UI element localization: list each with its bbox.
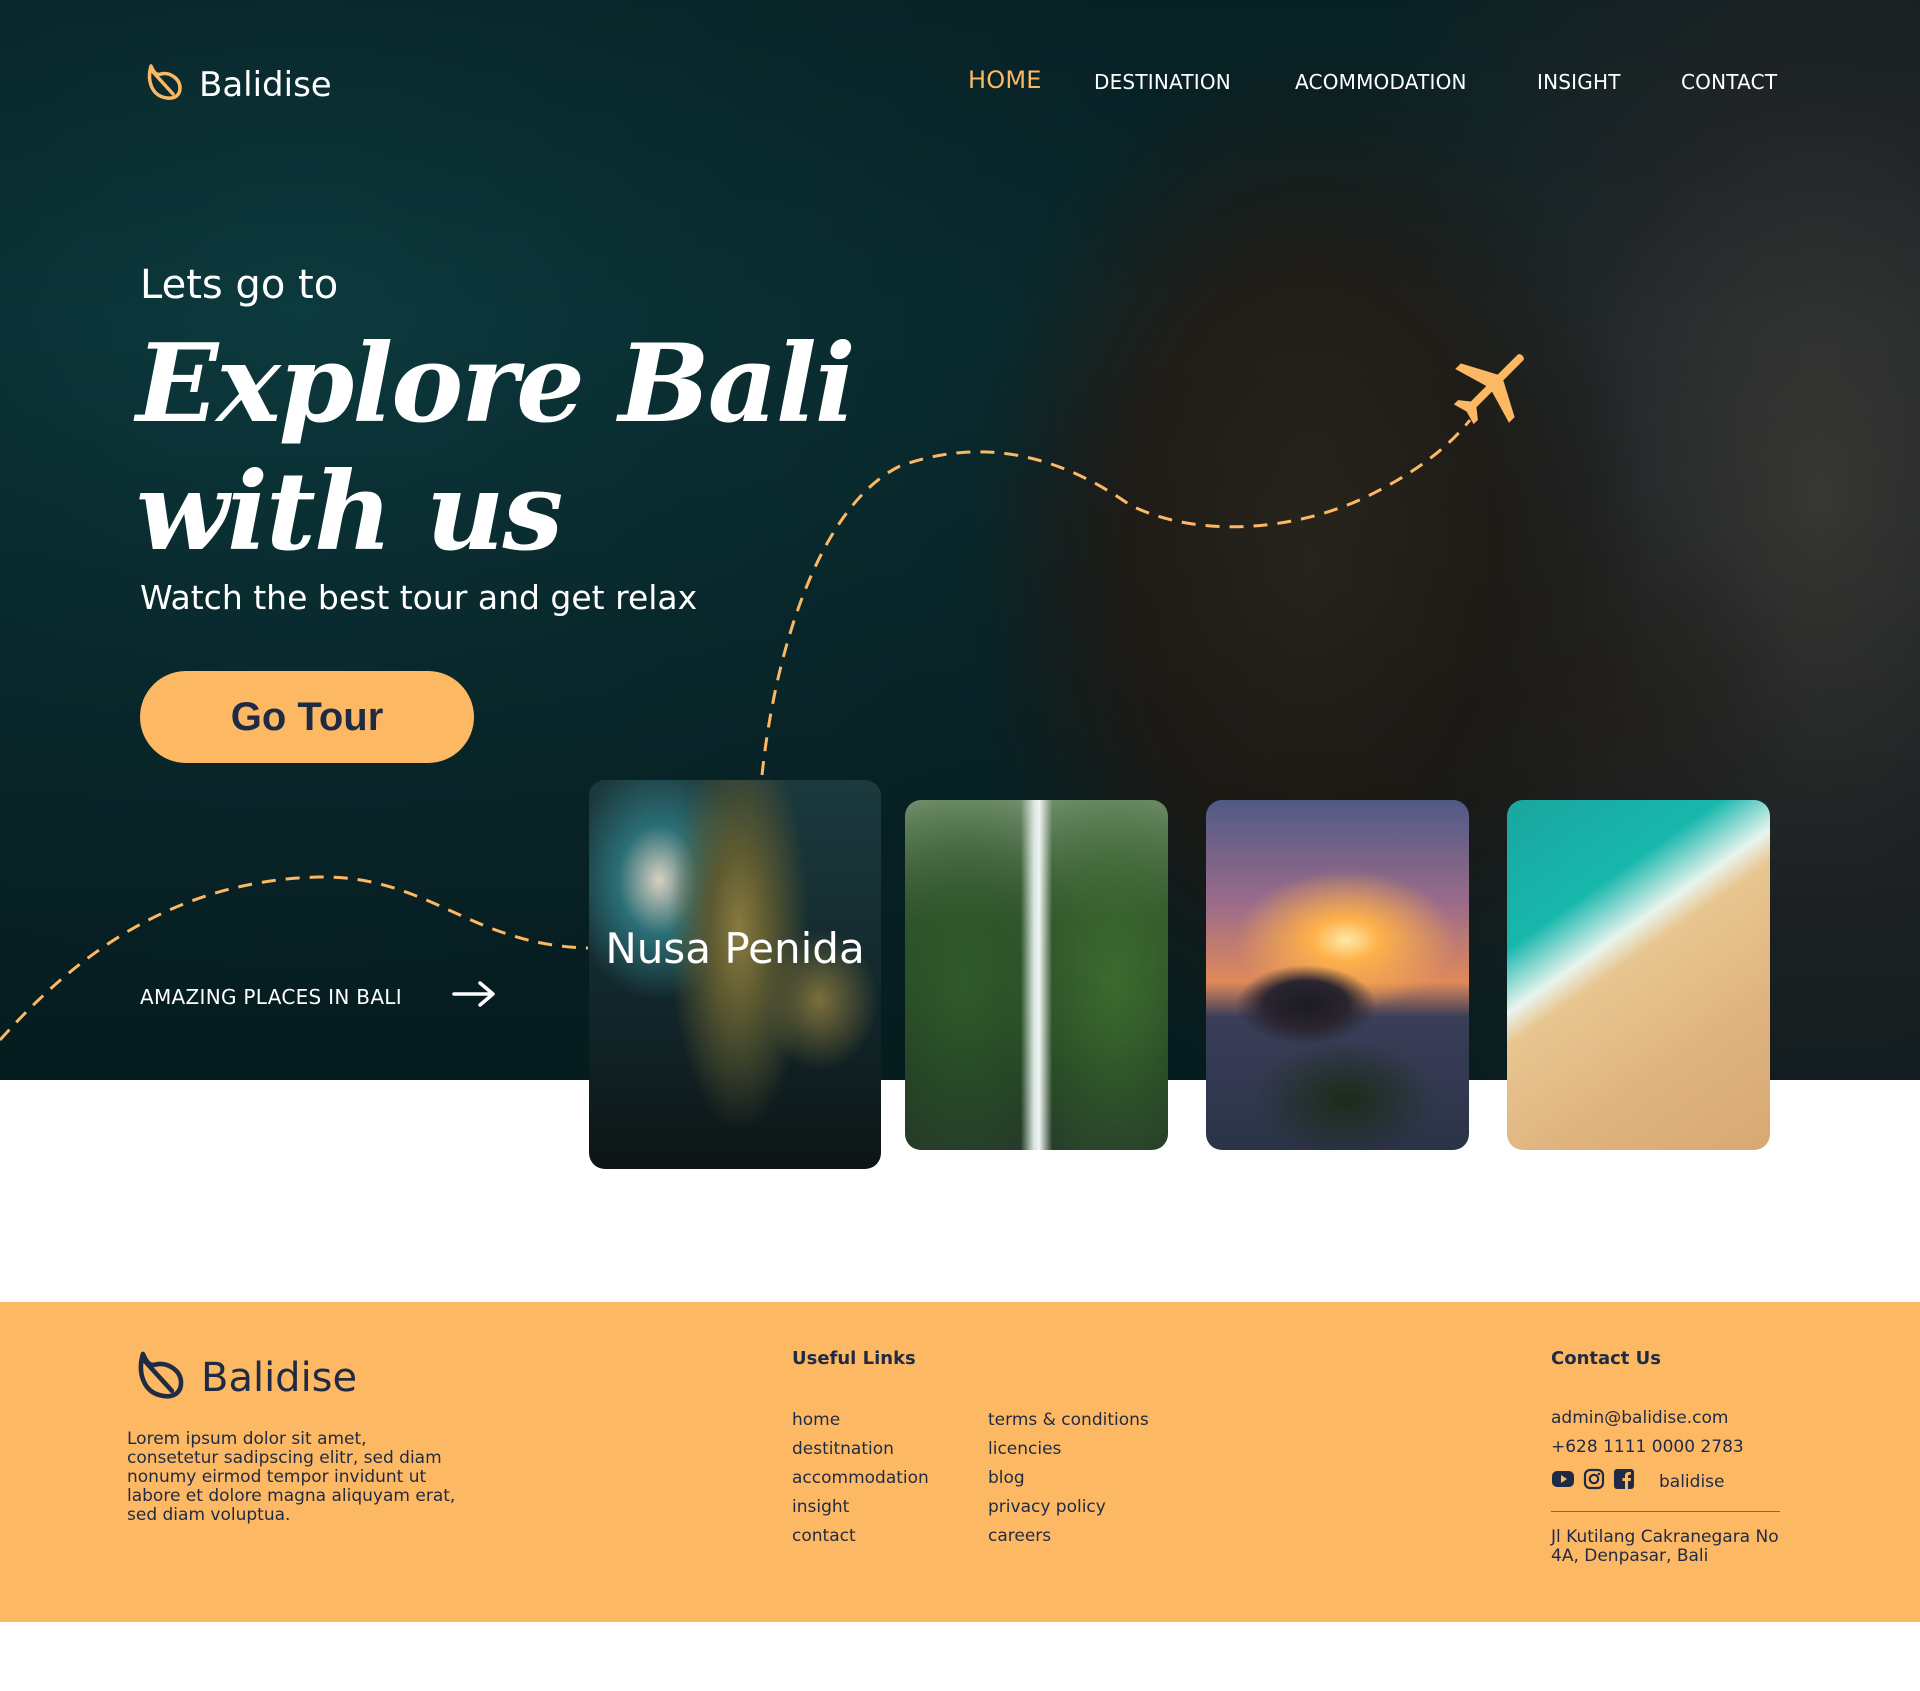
footer-about-text: Lorem ipsum dolor sit amet, consetetur s…: [127, 1429, 456, 1525]
footer-link-home[interactable]: home: [792, 1406, 929, 1435]
hero-subline: Watch the best tour and get relax: [140, 578, 698, 617]
leaf-icon: [145, 62, 183, 107]
youtube-icon[interactable]: [1551, 1469, 1575, 1494]
hero-headline: Explore Bali with us: [136, 320, 856, 576]
nav-home[interactable]: HOME: [968, 66, 1042, 94]
footer-link-privacy[interactable]: privacy policy: [988, 1493, 1149, 1522]
brand-logo[interactable]: Balidise: [145, 62, 332, 107]
nav-destination[interactable]: DESTINATION: [1094, 70, 1231, 94]
contact-us-heading: Contact Us: [1551, 1348, 1662, 1369]
amazing-places-link[interactable]: AMAZING PLACES IN BALI: [140, 980, 496, 1013]
contact-phone[interactable]: +628 1111 0000 2783: [1551, 1437, 1744, 1457]
contact-address: Jl Kutilang Cakranegara No 4A, Denpasar,…: [1551, 1527, 1779, 1566]
brand-name: Balidise: [199, 64, 332, 105]
destination-card-nusa-penida[interactable]: Nusa Penida: [589, 780, 881, 1169]
hero-headline-line2: with us: [136, 449, 563, 575]
nav-contact[interactable]: CONTACT: [1681, 70, 1777, 94]
leaf-icon: [135, 1348, 185, 1407]
useful-links-col1: home destitnation accommodation insight …: [792, 1406, 929, 1551]
social-handle: balidise: [1659, 1471, 1725, 1492]
facebook-icon[interactable]: [1613, 1468, 1635, 1495]
destination-card-beach[interactable]: [1507, 800, 1770, 1150]
nav-accommodation[interactable]: ACOMMODATION: [1295, 70, 1467, 94]
contact-email[interactable]: admin@balidise.com: [1551, 1408, 1728, 1428]
useful-links-heading: Useful Links: [792, 1348, 916, 1369]
footer-link-blog[interactable]: blog: [988, 1464, 1149, 1493]
footer-link-destination[interactable]: destitnation: [792, 1435, 929, 1464]
footer-link-terms[interactable]: terms & conditions: [988, 1406, 1149, 1435]
dashed-path-upper: [760, 419, 1472, 776]
footer-link-careers[interactable]: careers: [988, 1522, 1149, 1551]
social-links: balidise: [1551, 1468, 1725, 1495]
destination-card-temple[interactable]: [1206, 800, 1469, 1150]
amazing-places-label: AMAZING PLACES IN BALI: [140, 984, 402, 1009]
instagram-icon[interactable]: [1583, 1468, 1605, 1495]
site-footer: Balidise Lorem ipsum dolor sit amet, con…: [0, 1302, 1920, 1622]
footer-brand-name: Balidise: [201, 1354, 358, 1401]
footer-link-licencies[interactable]: licencies: [988, 1435, 1149, 1464]
card-title: Nusa Penida: [605, 924, 865, 973]
hero-eyebrow: Lets go to: [140, 262, 339, 308]
destination-card-waterfall[interactable]: [905, 800, 1168, 1150]
useful-links-col2: terms & conditions licencies blog privac…: [988, 1406, 1149, 1551]
hero-headline-line1: Explore Bali: [136, 321, 856, 447]
dashed-path-lower: [0, 875, 589, 1041]
footer-link-accommodation[interactable]: accommodation: [792, 1464, 929, 1493]
footer-link-insight[interactable]: insight: [792, 1493, 929, 1522]
airplane-icon: [1448, 342, 1536, 435]
arrow-right-icon: [452, 980, 496, 1013]
footer-divider: [1551, 1511, 1780, 1512]
nav-insight[interactable]: INSIGHT: [1537, 70, 1621, 94]
footer-link-contact[interactable]: contact: [792, 1522, 929, 1551]
go-tour-button[interactable]: Go Tour: [140, 671, 474, 763]
footer-brand-logo[interactable]: Balidise: [135, 1348, 357, 1407]
